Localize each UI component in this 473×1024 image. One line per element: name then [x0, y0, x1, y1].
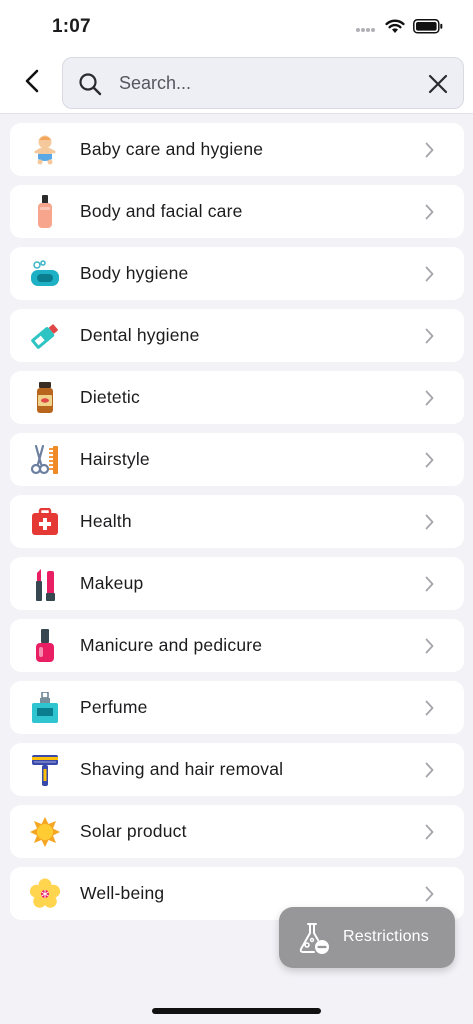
- supplement-jar-icon: [28, 381, 62, 415]
- magnifier-icon: [78, 72, 102, 101]
- perfume-icon: [28, 691, 62, 725]
- chevron-right-icon: [425, 266, 434, 287]
- list-item-label: Solar product: [80, 821, 187, 841]
- list-item-label: Perfume: [80, 697, 148, 717]
- chevron-left-icon: [25, 69, 39, 98]
- soap-icon: [28, 257, 62, 291]
- scissors-comb-icon: [28, 443, 62, 477]
- list-item-label: Hairstyle: [80, 449, 150, 469]
- chevron-right-icon: [425, 142, 434, 163]
- list-item-label: Well-being: [80, 883, 165, 903]
- nail-polish-icon: [28, 629, 62, 663]
- lipstick-icon: [28, 567, 62, 601]
- list-item-label: Baby care and hygiene: [80, 139, 264, 159]
- list-item[interactable]: Health: [10, 495, 464, 548]
- restrictions-button[interactable]: Restrictions: [279, 907, 455, 968]
- list-item[interactable]: Manicure and pedicure: [10, 619, 464, 672]
- back-button[interactable]: [18, 68, 46, 98]
- restrictions-label: Restrictions: [343, 928, 429, 945]
- list-item[interactable]: Shaving and hair removal: [10, 743, 464, 796]
- list-item[interactable]: Solar product: [10, 805, 464, 858]
- wifi-icon: [385, 18, 405, 39]
- status-icons: [355, 18, 443, 39]
- list-item[interactable]: Hairstyle: [10, 433, 464, 486]
- list-item-label: Makeup: [80, 573, 144, 593]
- list-item[interactable]: Dietetic: [10, 371, 464, 424]
- flower-icon: [28, 877, 62, 911]
- first-aid-icon: [28, 505, 62, 539]
- list-item-label: Body and facial care: [80, 201, 243, 221]
- chevron-right-icon: [425, 514, 434, 535]
- signal-dots-icon: [355, 20, 377, 38]
- list-item[interactable]: Baby care and hygiene: [10, 123, 464, 176]
- battery-icon: [413, 18, 443, 39]
- list-item[interactable]: Body hygiene: [10, 247, 464, 300]
- list-item-label: Health: [80, 511, 132, 531]
- sun-icon: [28, 815, 62, 849]
- chevron-right-icon: [425, 638, 434, 659]
- search-input[interactable]: [119, 70, 409, 96]
- search-box[interactable]: [62, 57, 464, 109]
- chevron-right-icon: [425, 452, 434, 473]
- chevron-right-icon: [425, 762, 434, 783]
- status-bar: 1:07: [0, 0, 473, 54]
- chevron-right-icon: [425, 390, 434, 411]
- category-list: Baby care and hygiene Body and facial ca…: [10, 123, 464, 929]
- status-time: 1:07: [52, 16, 91, 37]
- list-item[interactable]: Dental hygiene: [10, 309, 464, 362]
- chevron-right-icon: [425, 886, 434, 907]
- list-item-label: Manicure and pedicure: [80, 635, 263, 655]
- chevron-right-icon: [425, 824, 434, 845]
- chevron-right-icon: [425, 576, 434, 597]
- razor-icon: [28, 753, 62, 787]
- chevron-right-icon: [425, 328, 434, 349]
- home-indicator[interactable]: [152, 1008, 321, 1014]
- list-item[interactable]: Perfume: [10, 681, 464, 734]
- chevron-right-icon: [425, 204, 434, 225]
- baby-icon: [28, 133, 62, 167]
- list-item[interactable]: Makeup: [10, 557, 464, 610]
- list-item-label: Dietetic: [80, 387, 140, 407]
- list-item-label: Body hygiene: [80, 263, 189, 283]
- list-item-label: Dental hygiene: [80, 325, 200, 345]
- list-item-label: Shaving and hair removal: [80, 759, 284, 779]
- close-icon[interactable]: [427, 73, 449, 95]
- cream-bottle-icon: [28, 195, 62, 229]
- screen: 1:07 Search... Baby care and hygiene Bod…: [0, 0, 473, 1024]
- list-item[interactable]: Body and facial care: [10, 185, 464, 238]
- toothpaste-icon: [28, 319, 62, 353]
- header: [0, 54, 473, 114]
- chevron-right-icon: [425, 700, 434, 721]
- flask-minus-icon: [297, 921, 331, 960]
